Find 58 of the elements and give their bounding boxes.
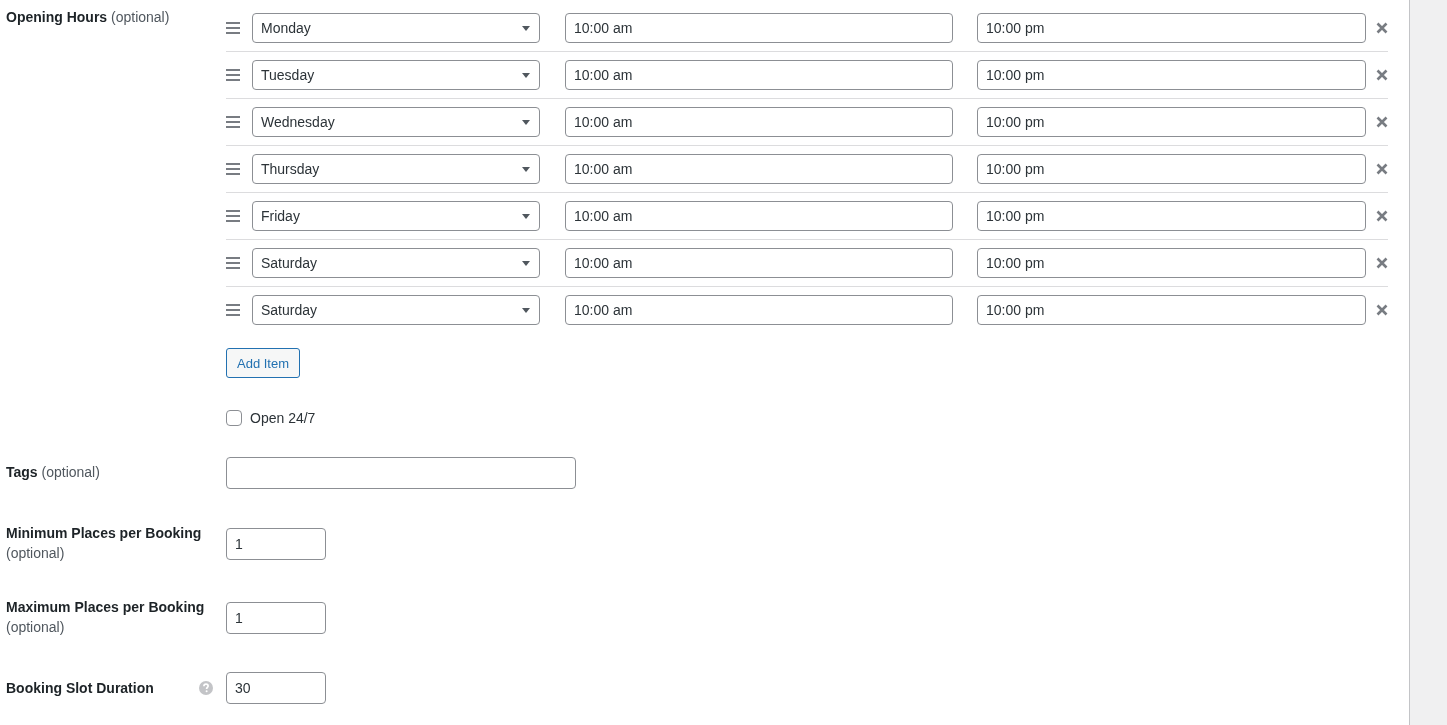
drag-handle-icon[interactable] [226,304,240,316]
caret-icon [522,260,530,266]
closing-time-field[interactable]: 10:00 pm [977,60,1366,90]
opening-time-field[interactable]: 10:00 am [565,248,953,278]
text-field[interactable] [226,457,576,489]
caret-icon [522,119,530,125]
checkbox-label: Open 24/7 [250,410,316,426]
close-icon[interactable] [1376,22,1388,34]
caret-icon [522,307,530,313]
opening-time-field[interactable]: 10:00 am [565,201,953,231]
optional-hint: (optional) [41,464,100,481]
day-select[interactable]: Tuesday [252,60,540,90]
day-select[interactable]: Monday [252,13,540,43]
closing-time-field[interactable]: 10:00 pm [977,154,1366,184]
day-select[interactable]: Saturday [252,295,540,325]
day-select[interactable]: Wednesday [252,107,540,137]
field-label: Tags [6,464,38,481]
drag-handle-icon[interactable] [226,210,240,222]
day-select[interactable]: Saturday [252,248,540,278]
optional-hint: (optional) [111,9,170,25]
close-icon[interactable] [1376,304,1388,316]
caret-icon [522,213,530,219]
field-label: Booking Slot Duration [6,679,154,696]
closing-time-field[interactable]: 10:00 pm [977,201,1366,231]
close-icon[interactable] [1376,163,1388,175]
optional-hint: (optional) [6,544,65,561]
close-icon[interactable] [1376,210,1388,222]
add-item-button[interactable]: Add Item [226,348,301,378]
number-field[interactable]: 30 [226,672,326,705]
opening-time-field[interactable]: 10:00 am [565,154,953,184]
field-label: Maximum Places per Booking [6,599,205,616]
caret-icon [522,25,530,31]
number-field[interactable]: 1 [226,601,326,634]
caret-icon [522,166,530,172]
closing-time-field[interactable]: 10:00 pm [977,107,1366,137]
opening-time-field[interactable]: 10:00 am [565,60,953,90]
opening-time-field[interactable]: 10:00 am [565,295,953,325]
drag-handle-icon[interactable] [226,257,240,269]
drag-handle-icon[interactable] [226,69,240,81]
day-select[interactable]: Friday [252,201,540,231]
opening-time-field[interactable]: 10:00 am [565,13,953,43]
drag-handle-icon[interactable] [226,116,240,128]
drag-handle-icon[interactable] [226,22,240,34]
number-field[interactable]: 1 [226,527,326,560]
closing-time-field[interactable]: 10:00 pm [977,13,1366,43]
opening-time-field[interactable]: 10:00 am [565,107,953,137]
caret-icon [522,72,530,78]
day-select[interactable]: Thursday [252,154,540,184]
drag-handle-icon[interactable] [226,163,240,175]
close-icon[interactable] [1376,257,1388,269]
optional-hint: (optional) [6,618,65,635]
closing-time-field[interactable]: 10:00 pm [977,248,1366,278]
close-icon[interactable] [1376,69,1388,81]
close-icon[interactable] [1376,116,1388,128]
checkbox[interactable] [226,410,242,426]
field-label: Opening Hours [6,9,108,25]
field-label: Minimum Places per Booking [6,525,202,541]
closing-time-field[interactable]: 10:00 pm [977,295,1366,325]
